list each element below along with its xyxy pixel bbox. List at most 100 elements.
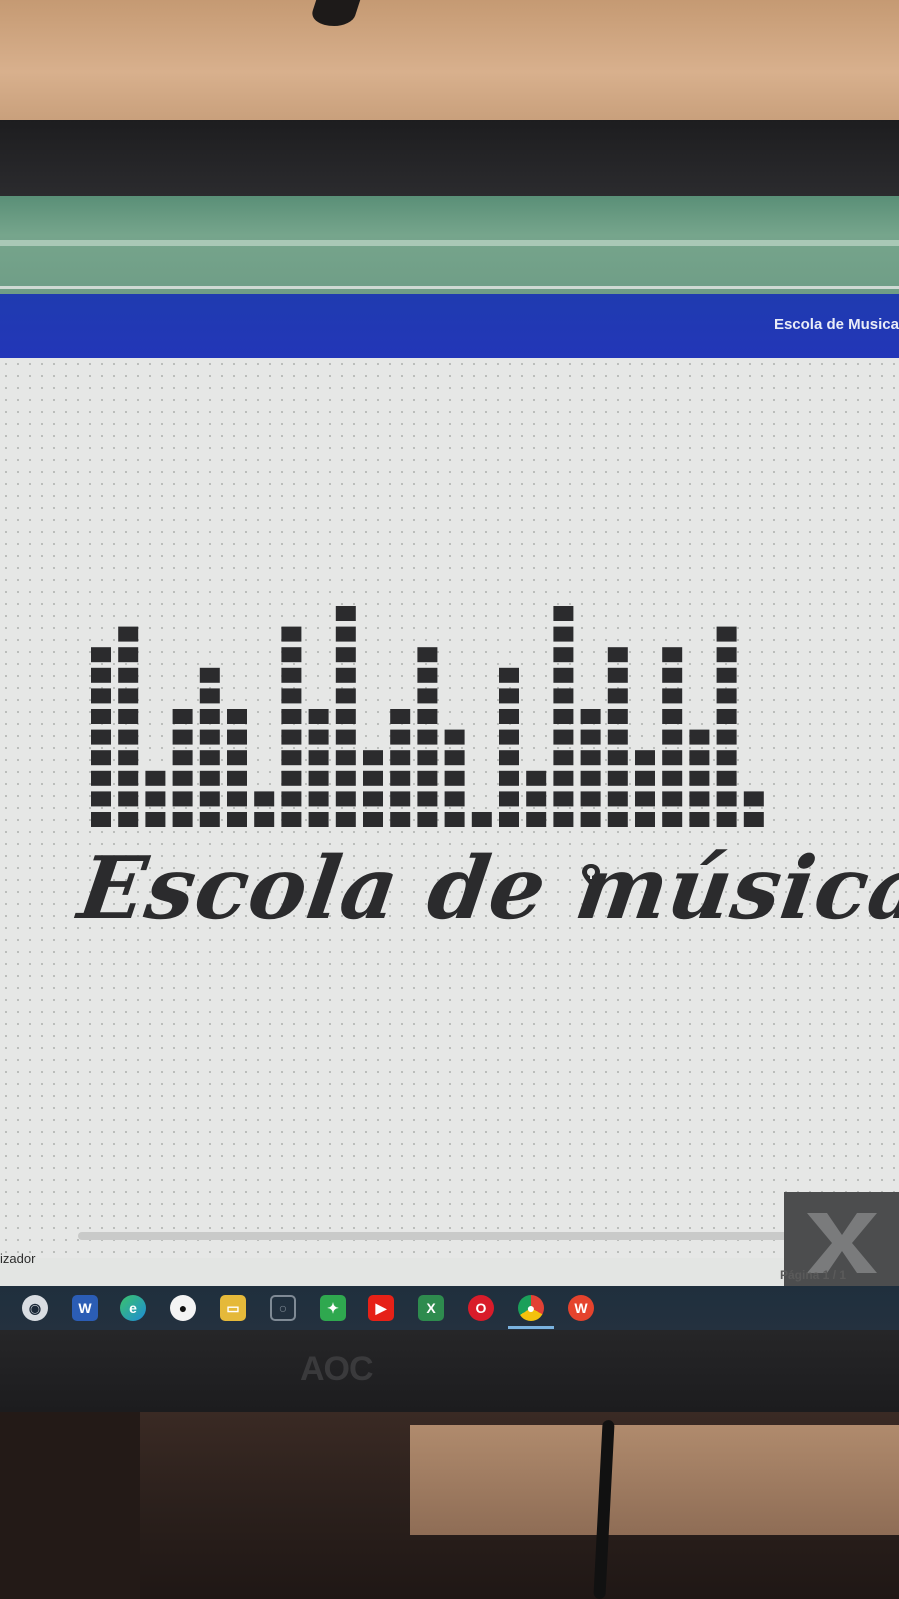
equalizer-block: [199, 750, 220, 766]
equalizer-block: [118, 709, 139, 724]
desk-reflection: [410, 1425, 899, 1535]
equalizer-block: [635, 812, 655, 827]
equalizer-block: [662, 750, 683, 766]
equalizer-block: [553, 791, 574, 807]
equalizer-block: [499, 812, 519, 827]
equalizer-block: [471, 812, 492, 827]
equalizer-block: [662, 770, 683, 786]
youtube-icon[interactable]: ▶: [368, 1295, 394, 1321]
equalizer-block: [91, 647, 111, 663]
wps-office-icon[interactable]: W: [568, 1295, 594, 1321]
equalizer-block: [281, 688, 302, 704]
equalizer-block: [118, 626, 139, 642]
equalizer-block: [145, 812, 166, 827]
equalizer-block: [390, 750, 411, 766]
page-indicator: Página 1 / 1: [780, 1268, 847, 1282]
equalizer-block: [716, 750, 737, 766]
steam-icon[interactable]: ◉: [22, 1295, 48, 1321]
horizontal-scrollbar[interactable]: [78, 1232, 798, 1240]
equalizer-block: [199, 667, 220, 683]
equalizer-block: [335, 688, 356, 704]
equalizer-block: [172, 812, 193, 827]
equalizer-block: [607, 750, 628, 766]
equalizer-block: [145, 770, 166, 786]
equalizer-block: [417, 647, 438, 663]
equalizer-block: [91, 770, 111, 786]
equalizer-block: [607, 791, 628, 807]
equalizer-block: [689, 812, 710, 827]
equalizer-block: [390, 729, 411, 745]
equalizer-block: [145, 791, 166, 807]
monitor-brand-logo: AOC: [300, 1350, 374, 1388]
equalizer-block: [716, 626, 737, 642]
instagram-icon[interactable]: ○: [270, 1295, 296, 1321]
equalizer-block: [553, 709, 574, 724]
equalizer-block: [580, 770, 601, 786]
equalizer-block: [417, 709, 438, 724]
equalizer-block: [499, 667, 519, 683]
equalizer-block: [227, 791, 247, 807]
equalizer-block: [444, 750, 465, 766]
equalizer-block: [635, 770, 655, 786]
equalizer-block: [526, 812, 547, 827]
equalizer-block: [254, 791, 275, 807]
equalizer-block: [553, 750, 574, 766]
chrome-icon[interactable]: ●: [518, 1295, 544, 1321]
equalizer-block: [716, 812, 737, 827]
equalizer-block: [526, 770, 547, 786]
equalizer-block: [335, 626, 356, 642]
equalizer-block: [335, 667, 356, 683]
equalizer-block: [91, 791, 111, 807]
equalizer-block: [662, 812, 683, 827]
equalizer-block: [308, 791, 329, 807]
equalizer-block: [743, 791, 764, 807]
equalizer-block: [118, 688, 139, 704]
equalizer-block: [716, 729, 737, 745]
equalizer-block: [580, 709, 601, 724]
equalizer-block: [335, 647, 356, 663]
equalizer-block: [526, 791, 547, 807]
equalizer-block: [199, 688, 220, 704]
equalizer-block: [335, 812, 356, 827]
equalizer-block: [227, 729, 247, 745]
equalizer-block: [281, 626, 302, 642]
monitor-bezel-bottom: AOC: [0, 1330, 899, 1412]
equalizer-block: [716, 647, 737, 663]
equalizer-block: [499, 750, 519, 766]
equalizer-block: [227, 770, 247, 786]
excel-icon[interactable]: X: [418, 1295, 444, 1321]
equalizer-block: [118, 750, 139, 766]
cursor-pin-icon: [582, 864, 600, 886]
equalizer-block: [363, 812, 383, 827]
equalizer-block: [91, 812, 111, 827]
equalizer-block: [118, 729, 139, 745]
equalizer-block: [743, 812, 764, 827]
equalizer-block: [417, 688, 438, 704]
equalizer-block: [662, 688, 683, 704]
equalizer-block: [227, 812, 247, 827]
equalizer-block: [281, 770, 302, 786]
equalizer-block: [281, 709, 302, 724]
equalizer-block: [716, 688, 737, 704]
equalizer-block: [91, 667, 111, 683]
equalizer-block: [390, 791, 411, 807]
equalizer-block: [607, 770, 628, 786]
edge-icon[interactable]: e: [120, 1295, 146, 1321]
equalizer-block: [281, 667, 302, 683]
equalizer-block: [172, 729, 193, 745]
file-explorer-icon[interactable]: ▭: [220, 1295, 246, 1321]
equalizer-block: [635, 791, 655, 807]
opera-icon[interactable]: O: [468, 1295, 494, 1321]
xbox-app-icon[interactable]: ✦: [320, 1295, 346, 1321]
equalizer-block: [580, 729, 601, 745]
equalizer-block: [118, 770, 139, 786]
equalizer-block: [553, 729, 574, 745]
equalizer-block: [390, 709, 411, 724]
windows-taskbar: ◉ W e ● ▭ ○ ✦ ▶ X O ● W: [0, 1286, 899, 1330]
word-icon[interactable]: W: [72, 1295, 98, 1321]
equalizer-block: [91, 729, 111, 745]
equalizer-block: [444, 812, 465, 827]
equalizer-block: [607, 688, 628, 704]
github-icon[interactable]: ●: [170, 1295, 196, 1321]
equalizer-block: [553, 770, 574, 786]
